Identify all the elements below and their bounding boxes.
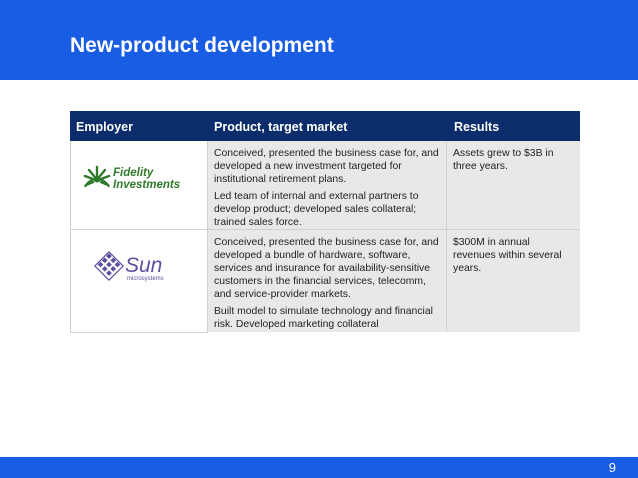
sun-logo-subtext: microsystems	[127, 276, 164, 282]
sun-microsystems-logo: Sun microsystems	[94, 251, 164, 282]
row-1-product-para-1: Conceived, presented the business case f…	[214, 148, 439, 185]
row-2-product-para-1: Conceived, presented the business case f…	[214, 237, 439, 300]
header-employer: Employer	[76, 120, 133, 134]
row-divider	[70, 229, 580, 230]
table-header-row: Employer Product, target market Results	[70, 111, 580, 141]
column-divider	[446, 141, 447, 332]
table-row-2-product: Conceived, presented the business case f…	[208, 230, 446, 332]
sun-logo-word: Sun	[125, 254, 162, 277]
fidelity-logo-word2: Investments	[113, 179, 180, 191]
sun-diamond-icon	[94, 251, 124, 281]
page-number: 9	[608, 460, 616, 475]
row-2-product-para-2: Built model to simulate technology and f…	[214, 306, 433, 330]
fidelity-logo-word1: Fidelity	[113, 167, 154, 179]
table-row-2-results: $300M in annual revenues within several …	[447, 230, 580, 332]
column-divider	[207, 141, 208, 332]
row-1-product-para-2: Led team of internal and external partne…	[214, 191, 419, 228]
fidelity-logo: Fidelity Investments	[83, 165, 180, 191]
title-bar: New-product development	[0, 0, 638, 80]
footer-bar: 9	[0, 457, 638, 478]
header-product: Product, target market	[214, 120, 348, 134]
table-row-1-results: Assets grew to $3B in three years.	[447, 141, 580, 229]
fidelity-sunburst-icon	[83, 165, 111, 188]
slide-title: New-product development	[70, 34, 334, 57]
table-row-1-product: Conceived, presented the business case f…	[208, 141, 446, 229]
header-results: Results	[454, 120, 500, 134]
table-row-1-employer: Fidelity Investments	[70, 141, 208, 230]
row-1-results-text: Assets grew to $3B in three years.	[453, 148, 554, 172]
row-2-results-text: $300M in annual revenues within several …	[453, 237, 562, 274]
table-row-2-employer: Sun microsystems	[70, 230, 208, 333]
